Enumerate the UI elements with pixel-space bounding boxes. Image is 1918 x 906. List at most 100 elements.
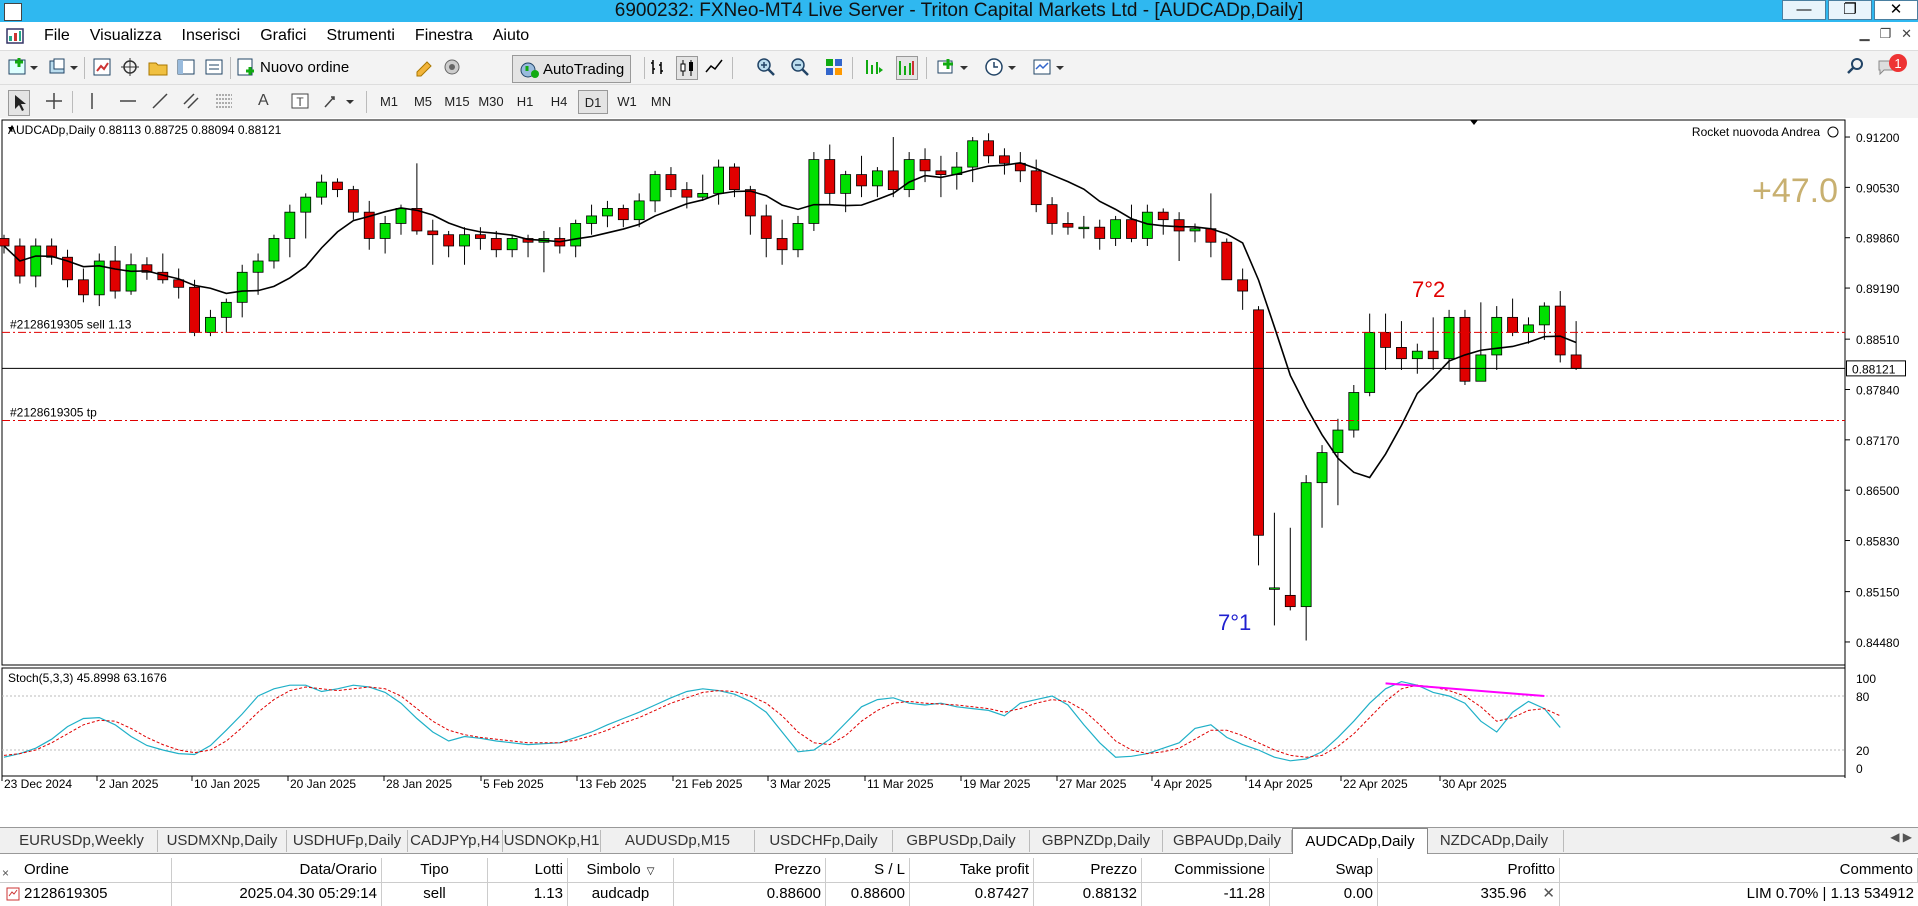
new-order-button[interactable]: Nuovo ordine xyxy=(236,56,349,78)
horizontal-line-icon[interactable] xyxy=(118,90,138,112)
menu-item-aiuto[interactable]: Aiuto xyxy=(483,22,539,50)
tab-gbpnzdp-daily[interactable]: GBPNZDp,Daily xyxy=(1030,830,1163,852)
close-order-icon[interactable]: ✕ xyxy=(1542,885,1555,902)
tab-audcadp-daily[interactable]: AUDCADp,Daily xyxy=(1292,828,1428,854)
chart-shift-icon[interactable] xyxy=(896,56,918,80)
tab-usdmxnp-daily[interactable]: USDMXNp,Daily xyxy=(158,830,287,852)
minimize-button[interactable]: — xyxy=(1782,0,1826,20)
bull-candle xyxy=(1078,226,1090,230)
profiles-button[interactable] xyxy=(48,56,78,78)
column-header-prezzo[interactable]: Prezzo xyxy=(674,858,826,882)
crosshair-navigator-icon[interactable] xyxy=(120,56,140,78)
bear-candle xyxy=(490,238,502,251)
bull-candle xyxy=(1332,429,1344,454)
indicators-button[interactable] xyxy=(936,56,970,78)
tab-cadjpyp-h4[interactable]: CADJPYp,H4 xyxy=(408,830,503,852)
new-chart-button[interactable] xyxy=(8,56,38,78)
doc-close-icon[interactable]: ✕ xyxy=(1901,26,1912,42)
column-header-prezzo[interactable]: Prezzo xyxy=(1034,858,1142,882)
terminal-close-icon[interactable]: × xyxy=(2,866,14,880)
bull-candle xyxy=(316,181,328,198)
wave-label-bottom: 7°1 xyxy=(1218,610,1251,635)
metaeditor-icon[interactable] xyxy=(414,56,434,78)
tile-windows-icon[interactable] xyxy=(824,56,844,78)
candlestick-icon[interactable] xyxy=(676,56,698,80)
bear-candle xyxy=(189,286,200,333)
text-icon[interactable]: A xyxy=(258,90,269,112)
bull-candle xyxy=(1538,305,1550,326)
line-chart-icon[interactable] xyxy=(704,56,724,78)
doc-restore-icon[interactable]: ❐ xyxy=(1879,26,1891,42)
menu-item-visualizza[interactable]: Visualizza xyxy=(80,22,172,50)
timeframe-w1[interactable]: W1 xyxy=(612,90,642,114)
bear-candle xyxy=(1459,316,1471,382)
timeframe-h1[interactable]: H1 xyxy=(510,90,540,114)
chart-area[interactable]: AUDCADp,Daily 0.88113 0.88725 0.88094 0.… xyxy=(0,118,1918,828)
timeframe-m1[interactable]: M1 xyxy=(374,90,404,114)
timeframe-m15[interactable]: M15 xyxy=(442,90,472,114)
column-header-simbolo[interactable]: Simbolo ▽ xyxy=(568,858,674,882)
close-button[interactable]: ✕ xyxy=(1874,0,1918,20)
cursor-icon[interactable] xyxy=(8,90,30,116)
autotrading-button[interactable]: AutoTrading xyxy=(512,55,632,83)
column-header-profitto[interactable]: Profitto xyxy=(1378,858,1560,882)
bull-candle xyxy=(125,264,137,292)
stoch-tick-label: 80 xyxy=(1856,690,1870,704)
menu-item-file[interactable]: File xyxy=(34,22,80,50)
menu-item-strumenti[interactable]: Strumenti xyxy=(316,22,404,50)
signals-icon[interactable] xyxy=(442,56,462,78)
tab-audusdp-m15[interactable]: AUDUSDp,M15 xyxy=(601,830,755,852)
column-header-take-profit[interactable]: Take profit xyxy=(910,858,1034,882)
periods-button[interactable] xyxy=(984,56,1018,78)
timeframe-mn[interactable]: MN xyxy=(646,90,676,114)
timeframe-d1[interactable]: D1 xyxy=(578,90,608,114)
tab-gbpaudp-daily[interactable]: GBPAUDp,Daily xyxy=(1163,830,1292,852)
auto-scroll-icon[interactable] xyxy=(864,56,884,78)
text-label-icon[interactable]: T xyxy=(290,90,310,112)
tab-eurusdp-weekly[interactable]: EURUSDp,Weekly xyxy=(6,830,158,852)
tab-nzdcadp-daily[interactable]: NZDCADp,Daily xyxy=(1425,830,1564,852)
column-header-label: Ordine xyxy=(24,861,70,878)
tab-gbpusdp-daily[interactable]: GBPUSDp,Daily xyxy=(893,830,1030,852)
timeframe-m5[interactable]: M5 xyxy=(408,90,438,114)
doc-minimize-icon[interactable]: ▁ xyxy=(1859,26,1869,42)
column-header-commissione[interactable]: Commissione xyxy=(1142,858,1270,882)
fibonacci-icon[interactable] xyxy=(214,90,234,112)
folder-icon[interactable] xyxy=(148,56,168,78)
arrows-button[interactable] xyxy=(322,90,356,112)
sort-icon[interactable]: ▽ xyxy=(647,866,655,877)
bear-candle xyxy=(1237,279,1249,292)
notifications-icon[interactable]: 1 xyxy=(1876,53,1912,83)
templates-button[interactable] xyxy=(1032,56,1066,78)
trendline-icon[interactable] xyxy=(150,90,170,112)
column-header-commento[interactable]: Commento xyxy=(1560,858,1918,882)
tab-scroll-arrows[interactable]: ◀ ▶ xyxy=(1890,830,1912,844)
tab-usdchfp-daily[interactable]: USDCHFp,Daily xyxy=(755,830,893,852)
column-header-ordine[interactable]: Ordine xyxy=(0,858,172,882)
column-header-swap[interactable]: Swap xyxy=(1270,858,1378,882)
tester-icon[interactable] xyxy=(204,56,224,78)
chart-window-icon[interactable] xyxy=(6,27,24,45)
terminal-icon[interactable] xyxy=(176,56,196,78)
column-header-tipo[interactable]: Tipo xyxy=(382,858,488,882)
column-header-data-orario[interactable]: Data/Orario xyxy=(172,858,382,882)
zoom-in-icon[interactable] xyxy=(756,56,776,78)
crosshair-icon[interactable] xyxy=(44,90,64,112)
search-icon[interactable] xyxy=(1846,56,1866,80)
menu-item-inserisci[interactable]: Inserisci xyxy=(172,22,251,50)
market-watch-icon[interactable] xyxy=(92,56,112,78)
equidistant-channel-icon[interactable] xyxy=(182,90,202,112)
tab-usdnokp-h1[interactable]: USDNOKp,H1 xyxy=(503,830,601,852)
restore-button[interactable]: ❐ xyxy=(1828,0,1872,20)
bar-chart-icon[interactable] xyxy=(648,56,668,78)
vertical-line-icon[interactable] xyxy=(86,90,98,112)
table-row[interactable]: 2128619305 2025.04.30 05:29:14 sell 1.13 aud… xyxy=(0,882,1918,906)
timeframe-m30[interactable]: M30 xyxy=(476,90,506,114)
zoom-out-icon[interactable] xyxy=(790,56,810,78)
menu-item-finestra[interactable]: Finestra xyxy=(405,22,483,50)
timeframe-h4[interactable]: H4 xyxy=(544,90,574,114)
column-header-lotti[interactable]: Lotti xyxy=(488,858,568,882)
menu-item-grafici[interactable]: Grafici xyxy=(250,22,316,50)
tab-usdhufp-daily[interactable]: USDHUFp,Daily xyxy=(287,830,408,852)
column-header-s-l[interactable]: S / L xyxy=(826,858,910,882)
